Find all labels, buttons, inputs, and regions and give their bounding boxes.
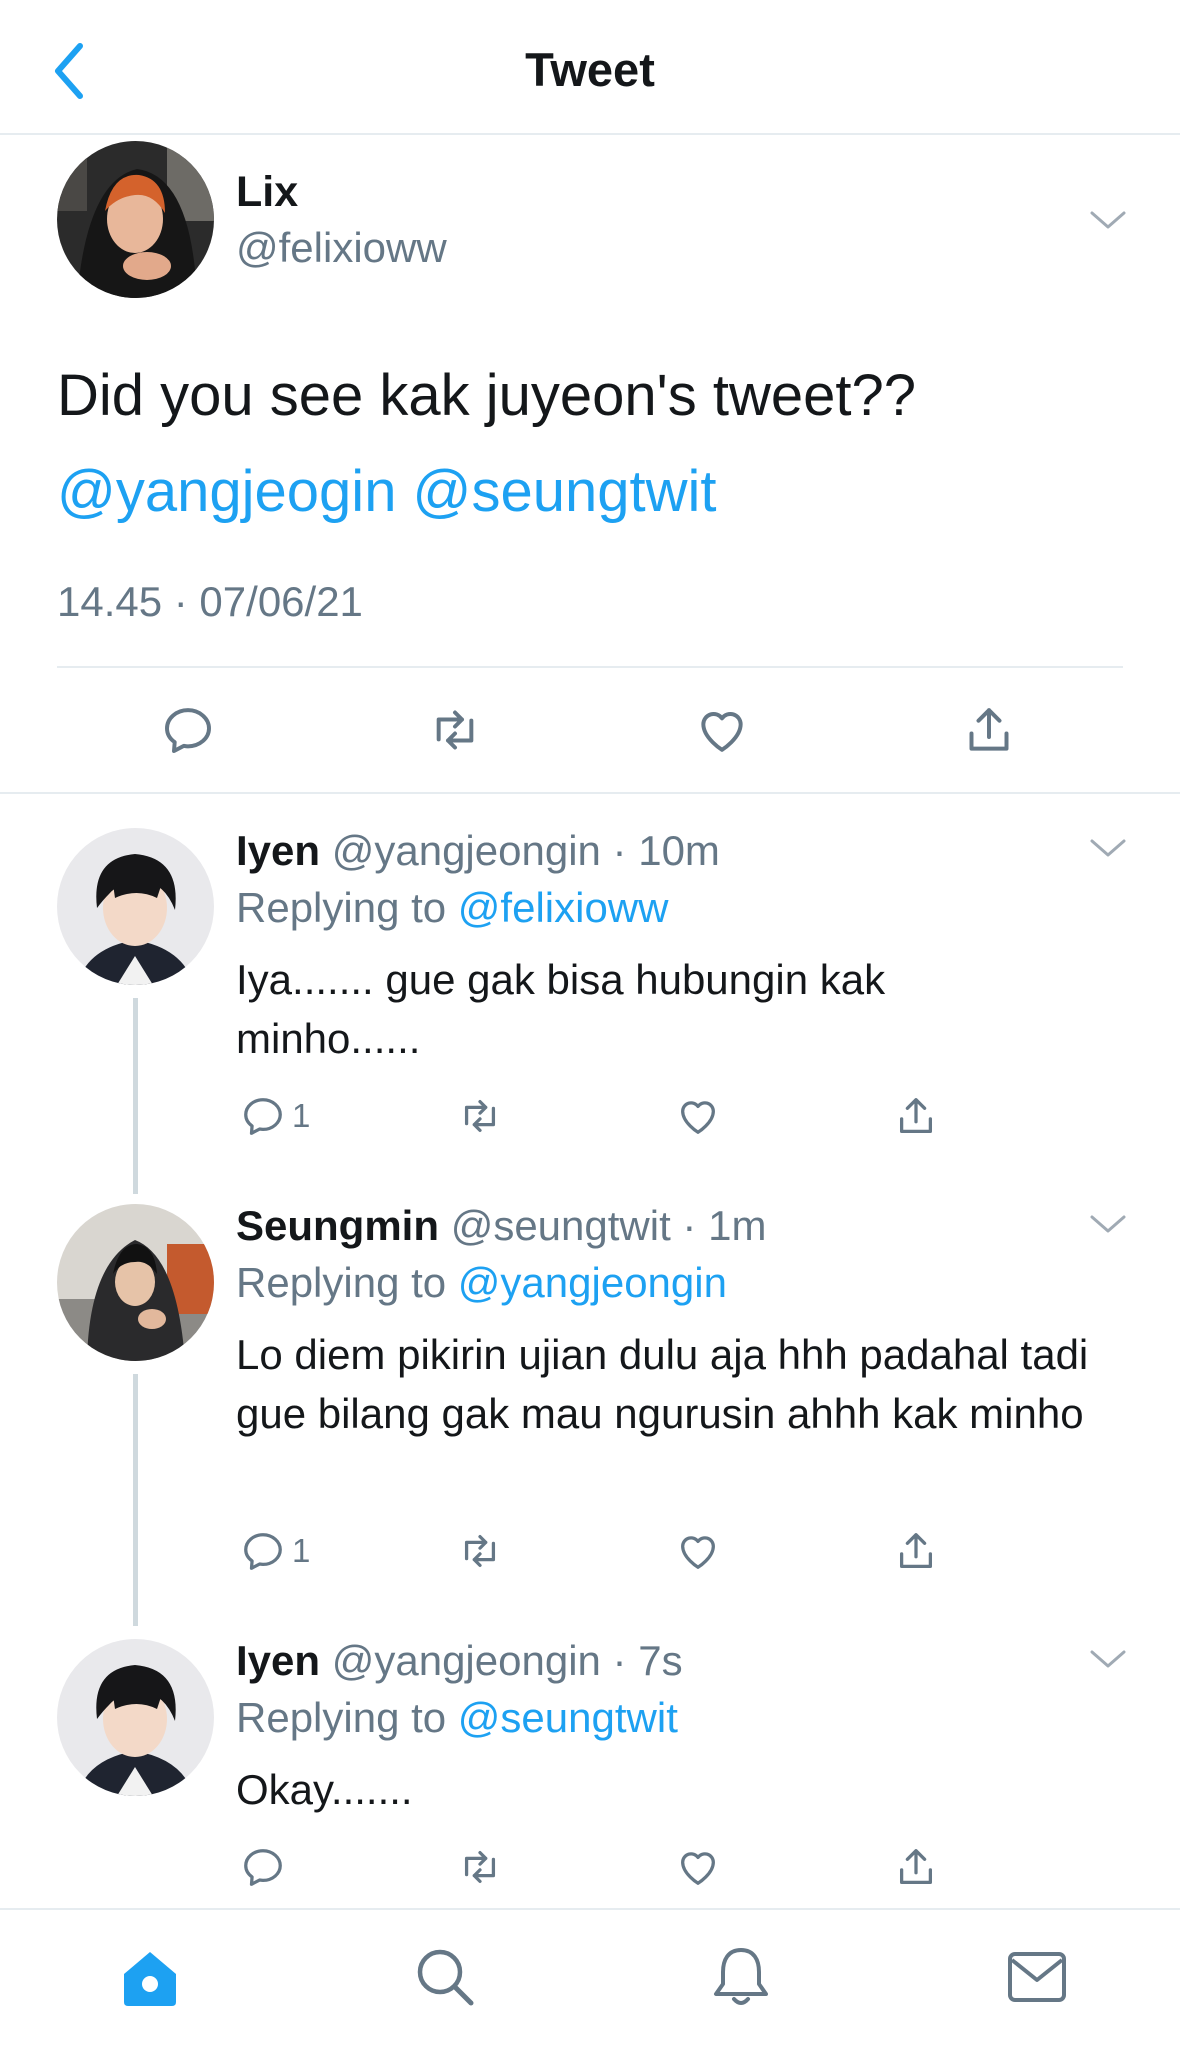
replying-label: Replying to <box>236 884 458 931</box>
reply-meta[interactable]: @yangjeongin · 10m <box>332 827 720 874</box>
reply-button[interactable]: 1 <box>240 1528 310 1574</box>
retweet-button[interactable] <box>457 1093 503 1139</box>
replying-mention[interactable]: @seungtwit <box>458 1694 678 1741</box>
replying-mention[interactable]: @yangjeongin <box>458 1259 727 1306</box>
retweet-icon <box>427 702 483 758</box>
reply-text: Iya....... gue gak bisa hubungin kak min… <box>236 956 886 1062</box>
share-button[interactable] <box>893 1844 939 1890</box>
reply-text: Lo diem pikirin ujian dulu aja hhh padah… <box>236 1331 1089 1437</box>
tweet-menu-button[interactable] <box>1088 1212 1128 1236</box>
tab-notifications[interactable] <box>710 1944 772 2010</box>
heart-icon <box>694 702 750 758</box>
replying-to: Replying to @felixioww <box>236 884 668 932</box>
share-icon <box>893 1844 939 1890</box>
tab-search[interactable] <box>414 1946 476 2008</box>
replying-label: Replying to <box>236 1694 458 1741</box>
replying-label: Replying to <box>236 1259 458 1306</box>
reply-meta[interactable]: @seungtwit · 1m <box>451 1202 767 1249</box>
comment-icon <box>160 702 216 758</box>
reply-button[interactable]: 1 <box>240 1093 310 1139</box>
share-icon <box>893 1093 939 1139</box>
retweet-button[interactable] <box>457 1528 503 1574</box>
thread-line <box>133 998 138 1194</box>
search-icon <box>417 1949 474 2006</box>
heart-icon <box>675 1093 721 1139</box>
author-name[interactable]: Lix <box>236 168 298 217</box>
reply-count: 1 <box>292 1532 311 1569</box>
reply-count: 1 <box>292 1097 311 1134</box>
replying-to: Replying to @yangjeongin <box>236 1259 727 1307</box>
tweet-menu-button[interactable] <box>1088 836 1128 860</box>
reply-header: Seungmin @seungtwit · 1m <box>236 1201 766 1251</box>
comment-icon <box>240 1528 286 1574</box>
retweet-icon <box>457 1528 503 1574</box>
avatar[interactable] <box>57 1204 214 1361</box>
chevron-down-icon <box>1088 1647 1128 1671</box>
divider <box>57 666 1123 668</box>
tab-messages[interactable] <box>1006 1950 1068 2004</box>
author-handle[interactable]: @felixioww <box>236 224 447 272</box>
reply-author-name[interactable]: Iyen <box>236 827 320 874</box>
bell-icon <box>714 1948 768 2005</box>
reply-text: Okay....... <box>236 1766 413 1813</box>
replying-to: Replying to @seungtwit <box>236 1694 678 1742</box>
divider <box>0 792 1180 794</box>
retweet-button[interactable] <box>427 702 483 758</box>
reply-author-name[interactable]: Iyen <box>236 1637 320 1684</box>
reply-author-name[interactable]: Seungmin <box>236 1202 439 1249</box>
mail-icon <box>1008 1952 1066 2002</box>
share-icon <box>961 702 1017 758</box>
heart-icon <box>675 1844 721 1890</box>
share-button[interactable] <box>893 1528 939 1574</box>
comment-icon <box>240 1093 286 1139</box>
replying-mention[interactable]: @felixioww <box>458 884 669 931</box>
avatar[interactable] <box>57 141 214 298</box>
like-button[interactable] <box>694 702 750 758</box>
reply-button[interactable] <box>240 1844 286 1890</box>
heart-icon <box>675 1528 721 1574</box>
tweet-text-block: Did you see kak juyeon's tweet?? @yangje… <box>57 348 1137 540</box>
like-button[interactable] <box>675 1093 721 1139</box>
share-button[interactable] <box>961 702 1017 758</box>
thread-line <box>133 1374 138 1626</box>
share-button[interactable] <box>893 1093 939 1139</box>
tweet-menu-button[interactable] <box>1088 208 1128 232</box>
tab-home[interactable] <box>118 1948 182 2008</box>
reply-header: Iyen @yangjeongin · 10m <box>236 826 720 876</box>
tweet-text: Did you see kak juyeon's tweet?? <box>57 363 917 428</box>
reply-meta[interactable]: @yangjeongin · 7s <box>332 1637 683 1684</box>
tweet-mentions[interactable]: @yangjeogin @seungtwit <box>57 444 1137 540</box>
home-icon <box>124 1952 176 2006</box>
share-icon <box>893 1528 939 1574</box>
tweet-timestamp: 14.45 · 07/06/21 <box>57 578 363 625</box>
tweet-menu-button[interactable] <box>1088 1647 1128 1671</box>
retweet-icon <box>457 1844 503 1890</box>
page-title: Tweet <box>525 43 655 96</box>
chevron-down-icon <box>1088 208 1128 232</box>
like-button[interactable] <box>675 1528 721 1574</box>
avatar[interactable] <box>57 828 214 985</box>
comment-icon <box>240 1844 286 1890</box>
like-button[interactable] <box>675 1844 721 1890</box>
tab-bar-divider <box>0 1908 1180 1910</box>
chevron-down-icon <box>1088 1212 1128 1236</box>
reply-header: Iyen @yangjeongin · 7s <box>236 1636 683 1686</box>
chevron-down-icon <box>1088 836 1128 860</box>
retweet-button[interactable] <box>457 1844 503 1890</box>
reply-button[interactable] <box>160 702 216 758</box>
retweet-icon <box>457 1093 503 1139</box>
avatar[interactable] <box>57 1639 214 1796</box>
